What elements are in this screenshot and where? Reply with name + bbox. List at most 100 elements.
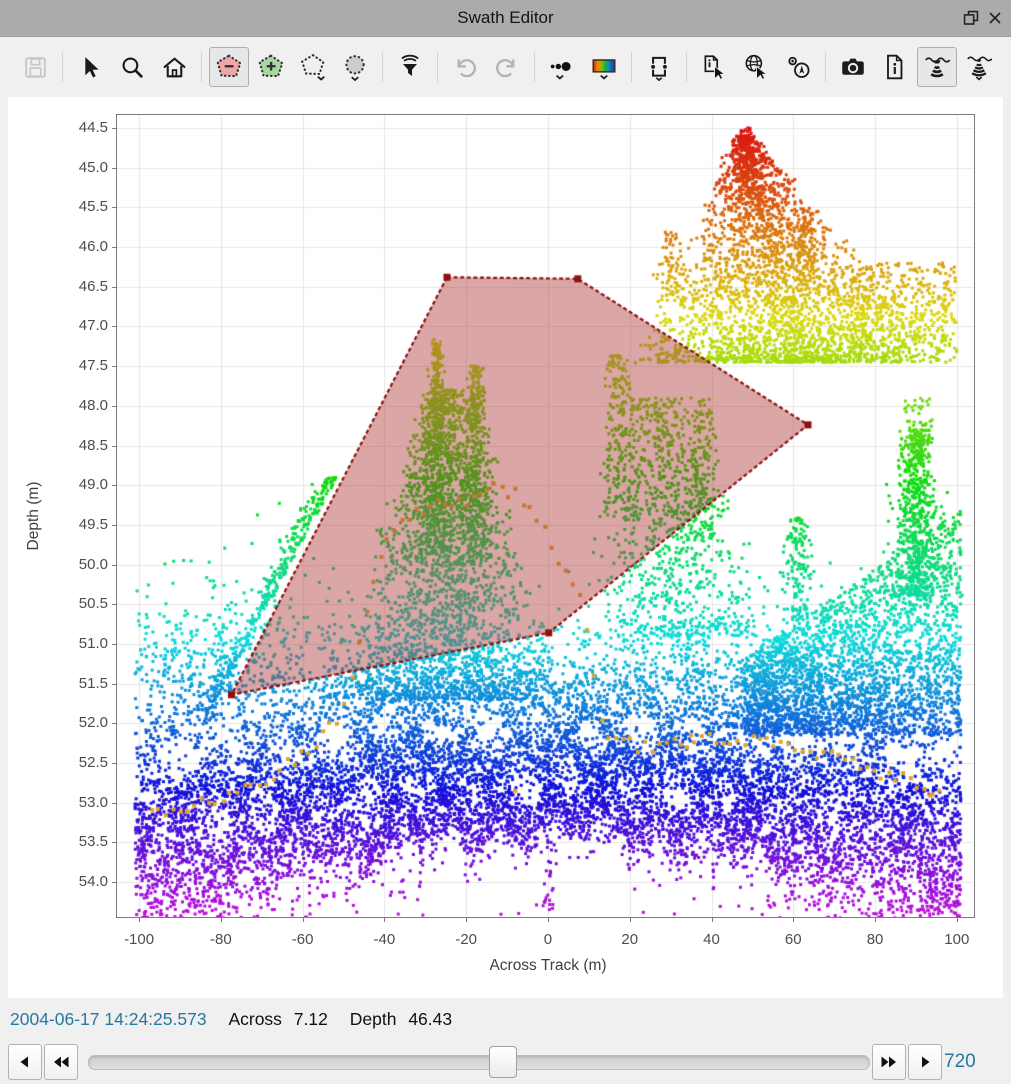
x-tick-label: 100: [927, 930, 987, 950]
close-icon[interactable]: [985, 8, 1005, 28]
y-tick-label: 52.0: [46, 714, 108, 732]
y-tick-mark: [112, 525, 116, 526]
y-tick-label: 53.0: [46, 794, 108, 812]
toolbar-separator: [201, 52, 202, 82]
x-tick-mark: [139, 918, 140, 922]
zoom-button[interactable]: [112, 47, 152, 87]
x-tick-mark: [548, 918, 549, 922]
single-swath-icon: [923, 53, 951, 81]
y-tick-label: 44.5: [46, 119, 108, 137]
depth-label: Depth: [350, 1009, 397, 1029]
filter-button[interactable]: [390, 47, 430, 87]
compass-target-button[interactable]: [778, 47, 818, 87]
fast-forward-icon: [880, 1054, 898, 1070]
point-size-button[interactable]: [542, 47, 582, 87]
y-tick-mark: [112, 882, 116, 883]
redo-button[interactable]: [487, 47, 527, 87]
chevron-down-icon: [318, 77, 324, 80]
accept-polygon-button[interactable]: [251, 47, 291, 87]
select-cursor-button[interactable]: [70, 47, 110, 87]
fast-back-icon: [52, 1054, 70, 1070]
x-tick-label: -40: [354, 930, 414, 950]
ping-slider-handle[interactable]: [489, 1046, 517, 1078]
y-tick-mark: [112, 842, 116, 843]
x-tick-label: -80: [191, 930, 251, 950]
reject-polygon-button[interactable]: [209, 47, 249, 87]
circle-select-button[interactable]: [335, 47, 375, 87]
y-tick-mark: [112, 366, 116, 367]
y-tick-mark: [112, 287, 116, 288]
transport-bar: 720: [0, 1042, 1011, 1084]
x-tick-label: 80: [845, 930, 905, 950]
y-tick-label: 54.0: [46, 873, 108, 891]
ping-slider-track[interactable]: [88, 1055, 870, 1070]
color-map-button[interactable]: [584, 47, 624, 87]
float-window-icon[interactable]: [961, 8, 981, 28]
color-map-icon: [590, 53, 618, 81]
swath-plot-canvas[interactable]: [116, 114, 975, 918]
step-forward-button[interactable]: [908, 1044, 942, 1080]
select-geographic-button[interactable]: [736, 47, 776, 87]
fast-back-button[interactable]: [44, 1044, 78, 1080]
y-axis-label: Depth (m): [25, 446, 45, 586]
point-size-icon: [548, 53, 576, 81]
redo-icon: [493, 53, 521, 81]
toolbar: [0, 37, 1011, 97]
step-back-button[interactable]: [8, 1044, 42, 1080]
x-tick-label: 20: [600, 930, 660, 950]
y-tick-mark: [112, 128, 116, 129]
y-tick-label: 53.5: [46, 833, 108, 851]
x-tick-label: 40: [682, 930, 742, 950]
save-button[interactable]: [15, 47, 55, 87]
y-tick-label: 50.5: [46, 595, 108, 613]
filter-funnel-icon: [396, 53, 424, 81]
circle-select-icon: [341, 53, 369, 81]
info-document-icon: [881, 53, 909, 81]
chevron-down-icon: [352, 77, 358, 80]
fast-forward-button[interactable]: [872, 1044, 906, 1080]
x-tick-label: 0: [518, 930, 578, 950]
chevron-down-icon: [601, 76, 607, 79]
swath-gate-button[interactable]: [639, 47, 679, 87]
undo-button[interactable]: [445, 47, 485, 87]
y-tick-label: 45.5: [46, 198, 108, 216]
step-back-icon: [17, 1054, 33, 1070]
y-tick-mark: [112, 326, 116, 327]
across-value: 7.12: [294, 1009, 328, 1029]
x-tick-label: 60: [763, 930, 823, 950]
y-tick-mark: [112, 684, 116, 685]
y-tick-mark: [112, 207, 116, 208]
ping-count: 720: [944, 1042, 976, 1080]
x-tick-mark: [303, 918, 304, 922]
single-swath-view-button[interactable]: [917, 47, 957, 87]
snapshot-button[interactable]: [833, 47, 873, 87]
y-tick-mark: [112, 604, 116, 605]
x-axis-label: Across Track (m): [348, 957, 748, 975]
y-tick-mark: [112, 168, 116, 169]
cursor-arrow-icon: [77, 54, 104, 81]
reject-polygon-icon: [215, 53, 243, 81]
chevron-down-icon: [656, 78, 661, 80]
camera-icon: [839, 53, 867, 81]
more-tools-button[interactable]: [1001, 47, 1011, 87]
chevron-down-icon: [1007, 53, 1011, 81]
home-extents-button[interactable]: [154, 47, 194, 87]
select-by-record-button[interactable]: [694, 47, 734, 87]
x-tick-label: -60: [273, 930, 333, 950]
toolbar-separator: [382, 52, 383, 82]
depth-value: 46.43: [408, 1009, 452, 1029]
x-tick-mark: [221, 918, 222, 922]
polygon-select-button[interactable]: [293, 47, 333, 87]
y-tick-mark: [112, 406, 116, 407]
multi-swath-view-button[interactable]: [959, 47, 999, 87]
y-tick-mark: [112, 644, 116, 645]
ping-timestamp: 2004-06-17 14:24:25.573: [10, 1009, 207, 1029]
y-tick-label: 49.0: [46, 476, 108, 494]
titlebar[interactable]: Swath Editor: [0, 0, 1011, 37]
y-tick-mark: [112, 485, 116, 486]
x-tick-mark: [384, 918, 385, 922]
y-tick-mark: [112, 803, 116, 804]
y-tick-label: 49.5: [46, 516, 108, 534]
info-document-button[interactable]: [875, 47, 915, 87]
y-tick-label: 48.5: [46, 437, 108, 455]
